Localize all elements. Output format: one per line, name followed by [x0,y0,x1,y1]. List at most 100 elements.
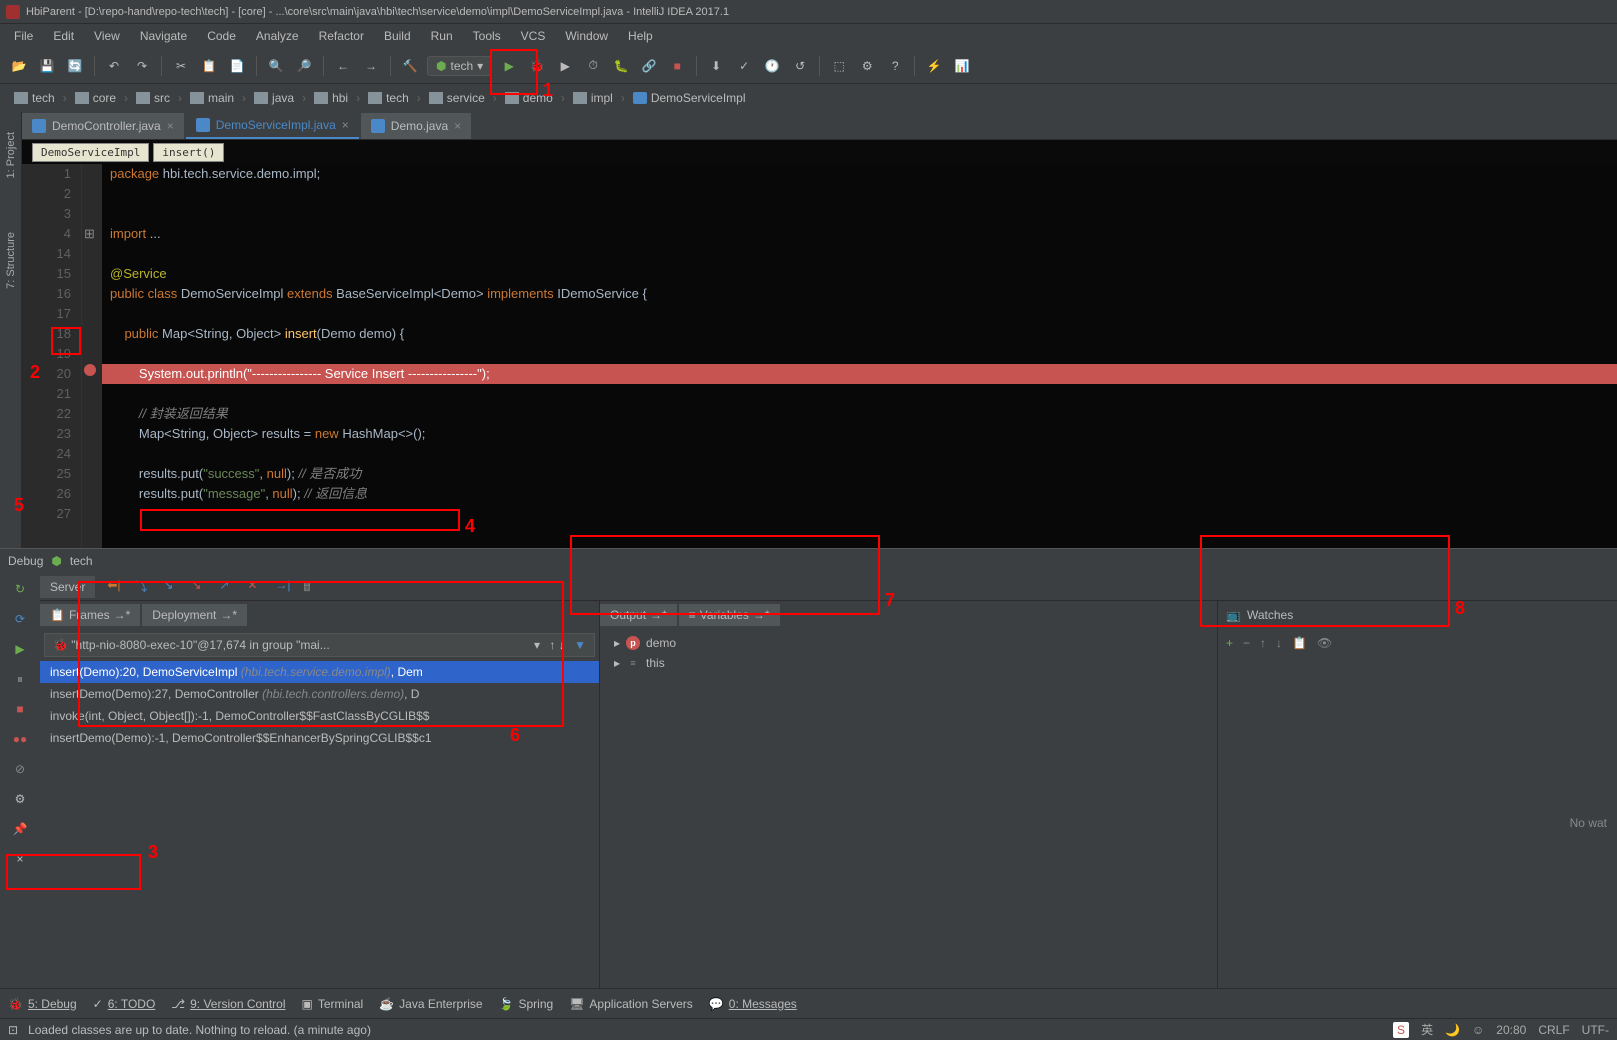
menu-vcs[interactable]: VCS [513,27,554,45]
cursor-position[interactable]: 20:80 [1496,1023,1526,1037]
sidebar-structure[interactable]: 7: Structure [5,220,17,301]
method-class[interactable]: DemoServiceImpl [32,143,149,162]
save-icon[interactable]: 💾 [36,55,58,77]
prev-frame-icon[interactable]: ↑ [549,638,555,652]
forward-icon[interactable]: → [360,55,382,77]
redo-icon[interactable]: ↷ [131,55,153,77]
coverage-icon[interactable]: ▶ [554,55,576,77]
line-separator[interactable]: CRLF [1538,1023,1569,1037]
expand-icon[interactable]: ⊡ [8,1023,18,1037]
ime-icon[interactable]: S [1393,1022,1409,1038]
chevron-down-icon[interactable]: ▾ [534,638,540,652]
add-watch-icon[interactable]: + [1226,636,1233,650]
settings-icon[interactable]: ⚙ [10,789,30,809]
menu-edit[interactable]: Edit [45,27,82,45]
btool-debug[interactable]: 🐞5: Debug [8,997,77,1011]
var-this[interactable]: ▸≡this [604,653,1213,673]
replace-icon[interactable]: 🔎 [293,55,315,77]
jrebel2-icon[interactable]: 📊 [951,55,973,77]
close-icon[interactable]: × [10,849,30,869]
bc-core[interactable]: core [69,89,122,107]
run-icon[interactable]: ▶ [498,55,520,77]
btool-spring[interactable]: 🍃Spring [499,997,554,1011]
help-icon[interactable]: ? [884,55,906,77]
paste-icon[interactable]: 📄 [226,55,248,77]
bc-java[interactable]: java [248,89,300,107]
btool-terminal[interactable]: ▣Terminal [302,997,364,1011]
undo-icon[interactable]: ↶ [103,55,125,77]
sync-icon[interactable]: 🔄 [64,55,86,77]
filter-icon[interactable]: ▼ [574,638,586,652]
mute-icon[interactable]: ⊘ [10,759,30,779]
show-execution-icon[interactable]: ⬅| [107,578,125,596]
copy-icon[interactable]: 📋 [1292,636,1307,650]
view-icon[interactable]: 👁 [1317,636,1332,650]
up-icon[interactable]: ↑ [1260,636,1266,650]
method-name[interactable]: insert() [153,143,224,162]
btool-app-servers[interactable]: 🖥Application Servers [569,997,693,1011]
menu-help[interactable]: Help [620,27,661,45]
breakpoint-icon[interactable] [84,364,96,376]
run-to-cursor-icon[interactable]: →| [275,578,293,596]
pause-icon[interactable]: ⏸ [10,669,30,689]
back-icon[interactable]: ← [332,55,354,77]
btool-vcs[interactable]: ⎇9: Version Control [171,997,285,1011]
bc-hbi[interactable]: hbi [308,89,354,107]
run-config-dropdown[interactable]: ⬢ tech ▾ [427,56,492,76]
ime-moon-icon[interactable]: 🌙 [1445,1023,1460,1037]
close-icon[interactable]: × [167,119,174,133]
vcs-update-icon[interactable]: ⬇ [705,55,727,77]
menu-refactor[interactable]: Refactor [311,27,372,45]
evaluate-icon[interactable]: 🖩 [303,578,321,596]
close-icon[interactable]: × [454,119,461,133]
tab-democontroller[interactable]: DemoController.java× [22,113,184,139]
stop-icon[interactable]: ■ [666,55,688,77]
profile-icon[interactable]: ⏱ [582,55,604,77]
output-tab[interactable]: Output→* [600,604,677,626]
btool-java-enterprise[interactable]: ☕Java Enterprise [379,997,482,1011]
frames-tab[interactable]: 📋Frames→* [40,604,140,626]
menu-code[interactable]: Code [199,27,244,45]
menu-file[interactable]: File [6,27,41,45]
bc-src[interactable]: src [130,89,176,107]
menu-window[interactable]: Window [557,27,616,45]
var-demo[interactable]: ▸pdemo [604,633,1213,653]
close-icon[interactable]: × [342,118,349,132]
down-icon[interactable]: ↓ [1276,636,1282,650]
server-tab[interactable]: Server [40,576,95,598]
step-into-icon[interactable]: ↘ [163,578,181,596]
ime-smile-icon[interactable]: ☺ [1472,1023,1484,1037]
drop-frame-icon[interactable]: ✕ [247,578,265,596]
menu-tools[interactable]: Tools [465,27,509,45]
bc-file[interactable]: DemoServiceImpl [627,89,752,107]
step-over-icon[interactable]: ⤵ [135,578,153,596]
menu-analyze[interactable]: Analyze [248,27,307,45]
copy-icon[interactable]: 📋 [198,55,220,77]
bc-main[interactable]: main [184,89,240,107]
fold-icon[interactable]: ⊞ [84,226,95,242]
tab-demo[interactable]: Demo.java× [361,113,471,139]
attach-icon[interactable]: 🔗 [638,55,660,77]
menu-build[interactable]: Build [376,27,419,45]
open-icon[interactable]: 📂 [8,55,30,77]
bc-tech2[interactable]: tech [362,89,415,107]
encoding[interactable]: UTF- [1582,1023,1609,1037]
settings-icon[interactable]: ⚙ [856,55,878,77]
bc-impl[interactable]: impl [567,89,619,107]
update-icon[interactable]: ⟳ [10,609,30,629]
btool-todo[interactable]: ✓6: TODO [93,997,156,1011]
bc-service[interactable]: service [423,89,491,107]
vcs-revert-icon[interactable]: ↺ [789,55,811,77]
stop-icon[interactable]: ■ [10,699,30,719]
vcs-commit-icon[interactable]: ✓ [733,55,755,77]
next-frame-icon[interactable]: ↓ [559,638,565,652]
build-icon[interactable]: 🔨 [399,55,421,77]
breakpoints-icon[interactable]: ●● [10,729,30,749]
menu-view[interactable]: View [86,27,128,45]
sidebar-project[interactable]: 1: Project [5,120,17,190]
remove-watch-icon[interactable]: − [1243,636,1250,650]
stack-frame-1[interactable]: insertDemo(Demo):27, DemoController (hbi… [40,683,599,705]
btool-messages[interactable]: 💬0: Messages [709,997,797,1011]
find-icon[interactable]: 🔍 [265,55,287,77]
thread-selector[interactable]: 🐞 "http-nio-8080-exec-10"@17,674 in grou… [44,633,595,657]
